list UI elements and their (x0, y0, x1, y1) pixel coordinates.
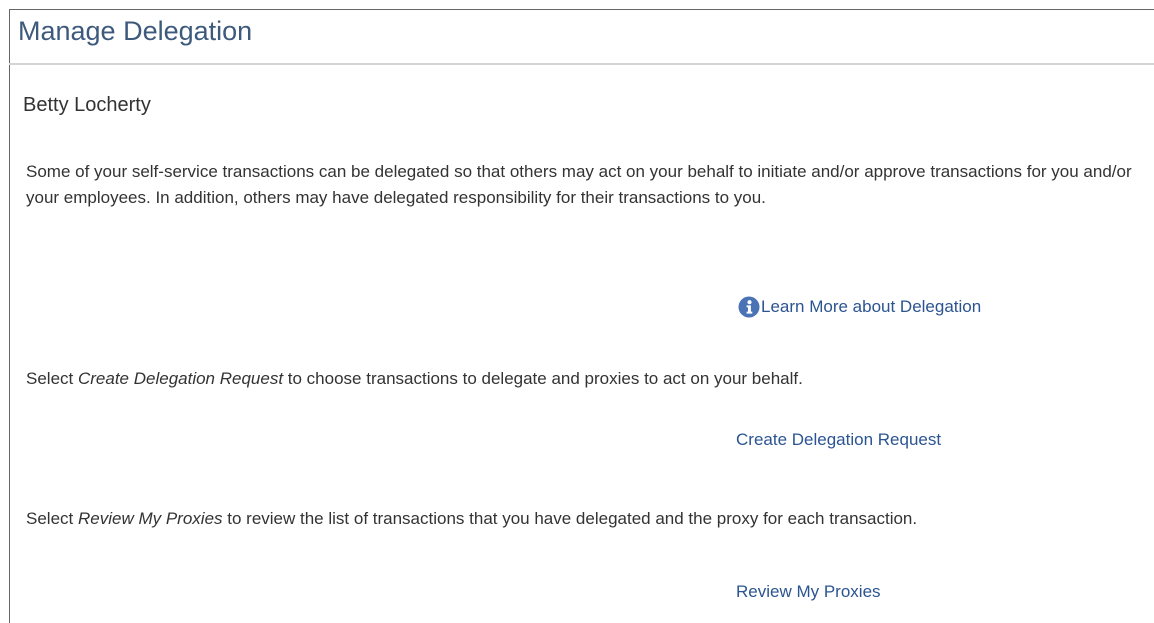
info-icon (738, 296, 760, 318)
create-delegation-request-link[interactable]: Create Delegation Request (736, 429, 941, 451)
review-instruction-text: Select Review My Proxies to review the l… (26, 506, 1136, 532)
review-instruction-prefix: Select (26, 509, 78, 528)
create-instruction-emphasis: Create Delegation Request (77, 369, 284, 388)
review-my-proxies-link[interactable]: Review My Proxies (736, 581, 881, 603)
review-instruction-suffix: to review the list of transactions that … (222, 509, 918, 528)
learn-more-label: Learn More about Delegation (761, 297, 982, 316)
review-instruction-emphasis: Review My Proxies (77, 509, 223, 528)
user-name: Betty Locherty (23, 94, 151, 116)
intro-text: Some of your self-service transactions c… (26, 162, 1132, 207)
create-instruction-prefix: Select (26, 369, 78, 388)
create-instruction-suffix: to choose transactions to delegate and p… (283, 369, 803, 388)
create-instruction-text: Select Create Delegation Request to choo… (26, 366, 1136, 392)
title-divider (9, 63, 1154, 65)
page-title: Manage Delegation (18, 16, 253, 46)
learn-more-link[interactable]: Learn More about Delegation (738, 296, 981, 318)
